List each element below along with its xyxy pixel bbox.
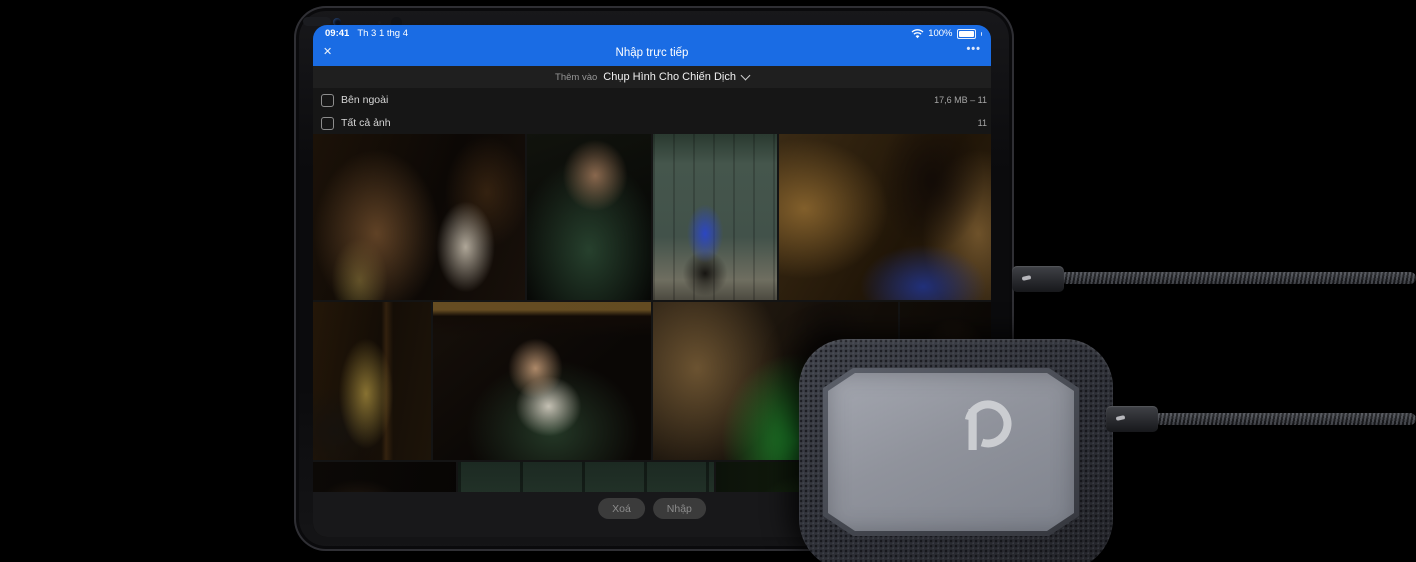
import-button[interactable]: Nhập (653, 498, 706, 519)
photo-thumbnail-5[interactable] (313, 302, 431, 460)
drive-plate-bevel (823, 368, 1079, 536)
usb-cable-bottom (1154, 413, 1416, 425)
photo-thumbnail-6[interactable] (433, 302, 651, 460)
usb-c-connector-top (1012, 266, 1064, 292)
delete-button[interactable]: Xoá (598, 498, 645, 519)
photo-thumbnail-1[interactable] (313, 134, 525, 300)
connector-logo-mark (1022, 275, 1032, 281)
scene: 09:41 Th 3 1 thg 4 100% ✕ Nhập trực tiếp (0, 0, 1416, 562)
drive-plate (828, 373, 1074, 531)
photo-thumbnail-4[interactable] (779, 134, 991, 300)
usb-c-connector-bottom (1106, 406, 1158, 432)
external-drive (799, 339, 1113, 562)
usb-cable-top (1060, 272, 1416, 284)
ambient-sensor-icon (378, 21, 381, 24)
connector-logo-mark (1116, 415, 1126, 421)
photo-thumbnail-2[interactable] (527, 134, 651, 300)
photo-thumbnail-3[interactable] (653, 134, 777, 300)
g-drive-logo-icon (957, 395, 1019, 457)
